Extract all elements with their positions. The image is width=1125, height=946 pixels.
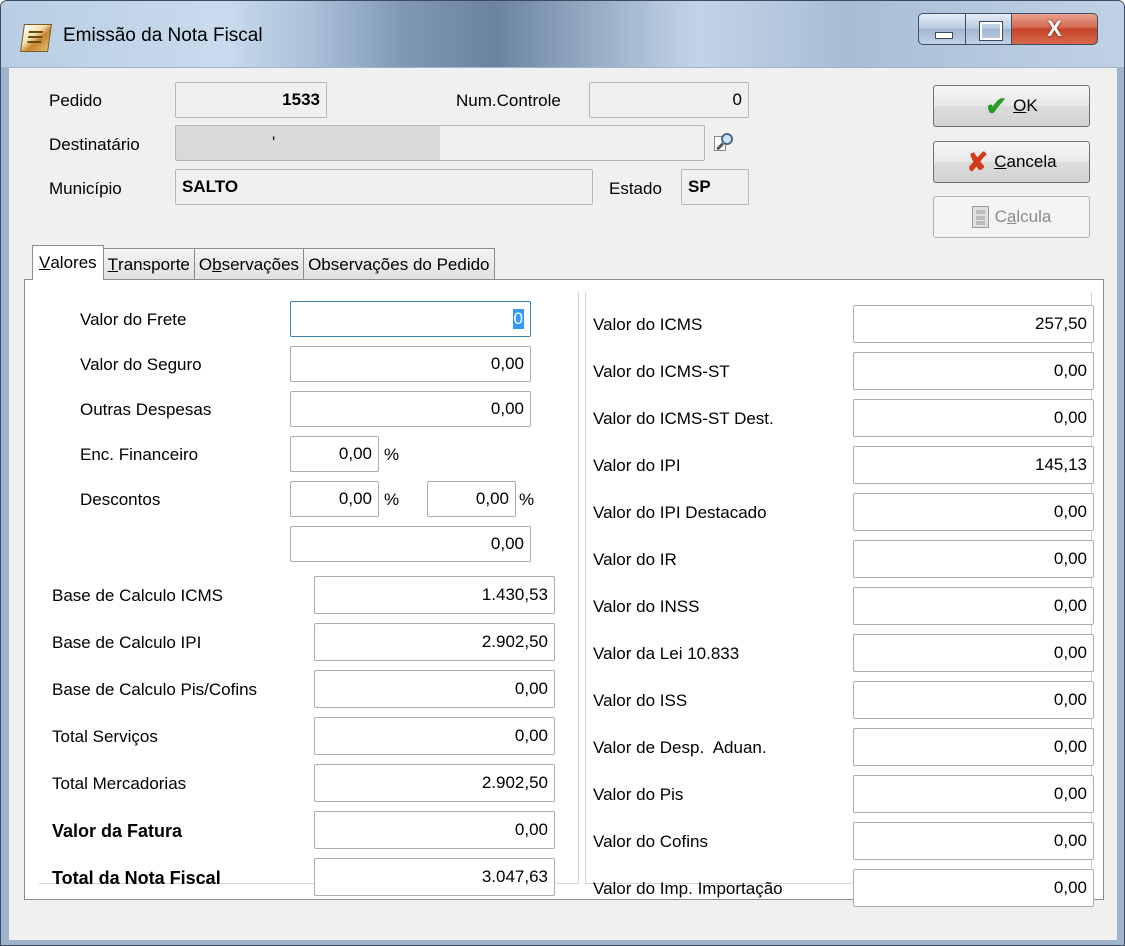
estado-field[interactable]: SP xyxy=(681,169,749,205)
base-pis-cofins-label: Base de Calculo Pis/Cofins xyxy=(52,680,258,699)
desconto-percent-1-field[interactable]: 0,00 xyxy=(290,481,379,517)
base-icms-field[interactable]: 1.430,53 xyxy=(314,576,555,614)
close-icon: X xyxy=(1047,16,1062,41)
total-mercadorias-field[interactable]: 2.902,50 xyxy=(314,764,555,802)
tab-strip: Valores Transporte Ob servações Observaçõ… xyxy=(32,245,495,280)
window-controls: X xyxy=(918,13,1098,45)
inss-field[interactable]: 0,00 xyxy=(853,587,1094,625)
dialog-client-area: Pedido 1533 Num.Controle 0 Destinatário … xyxy=(9,68,1117,940)
cancela-label: Cancela xyxy=(994,152,1057,171)
pedido-field[interactable]: 1533 xyxy=(175,82,327,118)
encargo-percent: % xyxy=(384,445,400,464)
inss-label: Valor do INSS xyxy=(593,597,700,616)
outras-despesas-label: Outras Despesas xyxy=(80,400,212,419)
cofins-field[interactable]: 0,00 xyxy=(853,822,1094,860)
search-destinatario-icon[interactable] xyxy=(713,132,735,154)
descontos-label: Descontos xyxy=(80,490,161,509)
base-icms-label: Base de Calculo ICMS xyxy=(52,586,224,605)
ok-label: OK xyxy=(1013,96,1038,115)
tab-valores[interactable]: Valores xyxy=(32,245,104,280)
ipi-destacado-field[interactable]: 0,00 xyxy=(853,493,1094,531)
municipio-label: Município xyxy=(49,179,122,198)
desp-aduan-label: Valor de Desp. Aduan. xyxy=(593,738,767,757)
lei-10833-label: Valor da Lei 10.833 xyxy=(593,644,740,663)
ok-button[interactable]: ✔ OK xyxy=(933,85,1090,127)
iss-label: Valor do ISS xyxy=(593,691,688,710)
total-servicos-field[interactable]: 0,00 xyxy=(314,717,555,755)
icms-label: Valor do ICMS xyxy=(593,315,703,334)
ipi-destacado-label: Valor do IPI Destacado xyxy=(593,503,767,522)
desconto-percent-2-unit: % xyxy=(519,490,535,509)
dialog-window: Emissão da Nota Fiscal X Pedido 1533 Num… xyxy=(0,0,1125,946)
frete-value-selected: 0 xyxy=(512,309,524,329)
valor-fatura-field[interactable]: 0,00 xyxy=(314,811,555,849)
pedido-label: Pedido xyxy=(49,91,102,110)
icms-field[interactable]: 257,50 xyxy=(853,305,1094,343)
destinatario-field[interactable]: ' xyxy=(175,125,705,161)
total-nota-fiscal-field[interactable]: 3.047,63 xyxy=(314,858,555,896)
valor-fatura-label: Valor da Fatura xyxy=(52,821,183,841)
imp-importacao-label: Valor do Imp. Importação xyxy=(593,879,783,898)
encargo-field[interactable]: 0,00 xyxy=(290,436,379,472)
ipi-label: Valor do IPI xyxy=(593,456,681,475)
ir-field[interactable]: 0,00 xyxy=(853,540,1094,578)
cofins-label: Valor do Cofins xyxy=(593,832,708,851)
estado-label: Estado xyxy=(609,179,662,198)
num-controle-field[interactable]: 0 xyxy=(589,82,749,118)
valores-tab-panel: Valor do Frete 0 Valor do Seguro 0,00 Ou… xyxy=(24,279,1104,907)
title-bar[interactable]: Emissão da Nota Fiscal X xyxy=(1,1,1124,67)
icms-st-dest-field[interactable]: 0,00 xyxy=(853,399,1094,437)
base-pis-cofins-field[interactable]: 0,00 xyxy=(314,670,555,708)
base-ipi-field[interactable]: 2.902,50 xyxy=(314,623,555,661)
close-button[interactable]: X xyxy=(1012,13,1098,45)
pis-label: Valor do Pis xyxy=(593,785,684,804)
municipio-field[interactable]: SALTO xyxy=(175,169,593,205)
outras-despesas-field[interactable]: 0,00 xyxy=(290,391,531,427)
ipi-field[interactable]: 145,13 xyxy=(853,446,1094,484)
encargo-label: Enc. Financeiro xyxy=(80,445,199,464)
total-mercadorias-label: Total Mercadorias xyxy=(52,774,187,793)
cancela-button[interactable]: ✘ Cancela xyxy=(933,141,1090,183)
seguro-label: Valor do Seguro xyxy=(80,355,202,374)
desp-aduan-field[interactable]: 0,00 xyxy=(853,728,1094,766)
imp-importacao-field[interactable]: 0,00 xyxy=(853,869,1094,907)
calcula-label: Calcula xyxy=(994,207,1052,226)
check-icon: ✔ xyxy=(985,91,1008,121)
desconto-total-field[interactable]: 0,00 xyxy=(290,526,531,562)
destinatario-label: Destinatário xyxy=(49,135,140,154)
seguro-field[interactable]: 0,00 xyxy=(290,346,531,382)
calculator-icon xyxy=(971,206,989,228)
desconto-percent-2-field[interactable]: 0,00 xyxy=(427,481,516,517)
cancel-x-icon: ✘ xyxy=(966,147,989,177)
maximize-button[interactable] xyxy=(966,13,1012,45)
base-ipi-label: Base de Calculo IPI xyxy=(52,633,202,652)
icms-st-label: Valor do ICMS-ST xyxy=(593,362,730,381)
desconto-percent-1-unit: % xyxy=(384,490,400,509)
num-controle-label: Num.Controle xyxy=(456,91,561,110)
frete-label: Valor do Frete xyxy=(80,310,187,329)
window-title: Emissão da Nota Fiscal xyxy=(63,25,263,46)
iss-field[interactable]: 0,00 xyxy=(853,681,1094,719)
ir-label: Valor do IR xyxy=(593,550,677,569)
total-servicos-label: Total Serviços xyxy=(52,727,158,746)
tab-observacoes[interactable]: Ob servações xyxy=(193,248,305,280)
frete-field[interactable]: 0 xyxy=(290,301,531,337)
icms-st-field[interactable]: 0,00 xyxy=(853,352,1094,390)
total-nota-fiscal-label: Total da Nota Fiscal xyxy=(52,868,221,888)
lei-10833-field[interactable]: 0,00 xyxy=(853,634,1094,672)
minimize-button[interactable] xyxy=(918,13,966,45)
calcula-button[interactable]: Calcula xyxy=(933,196,1090,238)
invoice-app-icon xyxy=(20,24,52,52)
tab-observacoes-pedido[interactable]: Observações do Pedido xyxy=(303,248,495,280)
pis-field[interactable]: 0,00 xyxy=(853,775,1094,813)
tab-transporte[interactable]: Transporte xyxy=(102,248,195,280)
icms-st-dest-label: Valor do ICMS-ST Dest. xyxy=(593,409,774,428)
